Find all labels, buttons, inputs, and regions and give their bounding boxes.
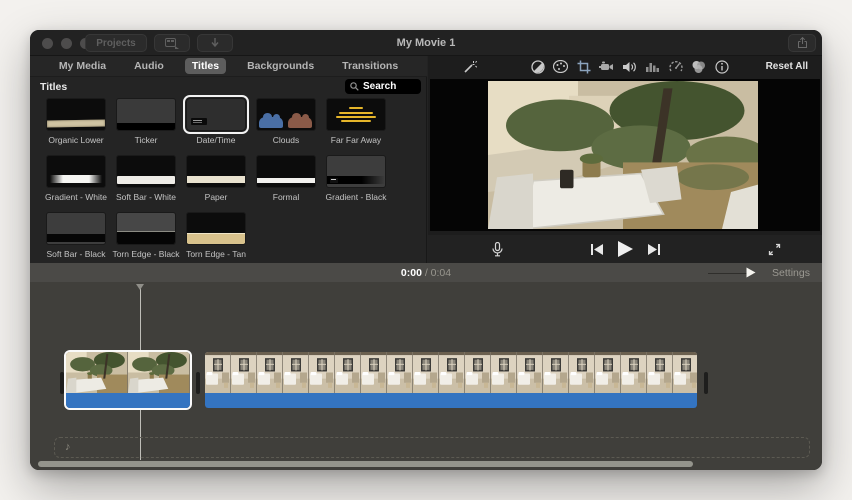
clip-filter-icon[interactable] <box>691 59 706 74</box>
title-item-clouds[interactable]: Clouds <box>251 98 321 145</box>
title-item-gradient-white[interactable]: Gradient - White <box>41 155 111 202</box>
viewer-pane: Reset All <box>428 56 822 263</box>
search-icon <box>350 82 359 91</box>
tab-backgrounds[interactable]: Backgrounds <box>240 58 321 74</box>
zoom-slider-thumb[interactable] <box>746 267 756 277</box>
title-item-far-far-away[interactable]: Far Far Away <box>321 98 391 145</box>
crop-icon[interactable] <box>576 59 591 74</box>
info-icon[interactable] <box>714 59 729 74</box>
audio-waveform-bar <box>205 393 697 408</box>
search-input[interactable]: Search <box>345 79 421 94</box>
horizontal-scrollbar[interactable] <box>38 461 693 467</box>
video-viewer <box>430 79 820 231</box>
traffic-lights <box>42 38 91 49</box>
tab-titles[interactable]: Titles <box>184 58 227 74</box>
tab-my-media[interactable]: My Media <box>52 58 113 74</box>
title-item-torn-edge-black[interactable]: Torn Edge - Black <box>111 212 181 259</box>
browser-header-title: Titles <box>40 81 68 93</box>
title-item-ticker[interactable]: Ticker <box>111 98 181 145</box>
timeline-toolbar: 0:00 / 0:04 Settings <box>30 263 822 282</box>
minimize-button[interactable] <box>61 38 72 49</box>
settings-button[interactable]: Settings <box>772 267 810 279</box>
title-item-gradient-black[interactable]: Gradient - Black <box>321 155 391 202</box>
timecode: 0:00 / 0:04 <box>400 266 452 279</box>
browser-header: Titles Search <box>30 77 427 97</box>
title-bar: Projects My Movie 1 <box>30 30 822 56</box>
browser-tab-bar: My Media Audio Titles Backgrounds Transi… <box>30 56 427 77</box>
import-media-button[interactable] <box>154 34 190 52</box>
color-balance-icon[interactable] <box>530 59 545 74</box>
import-button[interactable] <box>197 34 233 52</box>
media-icon <box>165 36 179 51</box>
tab-audio[interactable]: Audio <box>127 58 171 74</box>
title-item-organic-lower[interactable]: Organic Lower <box>41 98 111 145</box>
stabilization-icon[interactable] <box>599 59 614 74</box>
adjust-toolbar: Reset All <box>428 56 822 77</box>
share-button[interactable] <box>788 34 816 52</box>
title-item-date-time[interactable]: Date/Time <box>181 95 251 145</box>
record-voiceover-mic-icon[interactable] <box>490 241 505 257</box>
title-item-soft-bar-white[interactable]: Soft Bar - White <box>111 155 181 202</box>
share-icon <box>797 36 808 51</box>
speed-icon[interactable] <box>668 59 683 74</box>
noise-reduction-icon[interactable] <box>645 59 660 74</box>
imovie-window: Projects My Movie 1 My Media Audio Title… <box>30 30 822 470</box>
enhance-wand-icon[interactable] <box>462 59 477 74</box>
title-item-formal[interactable]: Formal <box>251 155 321 202</box>
playback-controls <box>428 235 822 263</box>
duration: 0:04 <box>430 266 452 279</box>
background-music-track[interactable]: ♪ <box>54 437 810 458</box>
next-icon[interactable] <box>646 242 661 257</box>
reset-all-button[interactable]: Reset All <box>766 61 808 72</box>
content-browser: My Media Audio Titles Backgrounds Transi… <box>30 56 427 263</box>
color-correction-icon[interactable] <box>553 59 568 74</box>
music-note-icon: ♪ <box>65 441 71 453</box>
clip-edge-handle[interactable] <box>196 372 200 394</box>
projects-label: Projects <box>96 37 136 49</box>
timeline[interactable]: ♪ <box>30 282 822 470</box>
download-arrow-icon <box>208 36 222 51</box>
clip-edge-handle[interactable] <box>60 372 64 394</box>
timeline-zoom-slider[interactable] <box>708 267 756 279</box>
title-item-paper[interactable]: Paper <box>181 155 251 202</box>
title-item-torn-edge-tan[interactable]: Torn Edge - Tan <box>181 212 251 259</box>
fullscreen-icon[interactable] <box>767 242 782 257</box>
timeline-clip-interior[interactable] <box>205 352 697 408</box>
projects-button[interactable]: Projects <box>85 34 147 52</box>
timeline-clip-garden[interactable] <box>64 350 192 410</box>
audio-waveform-bar <box>66 393 190 408</box>
current-time: 0:00 <box>400 266 422 279</box>
play-icon[interactable] <box>616 240 634 258</box>
tab-transitions[interactable]: Transitions <box>335 58 405 74</box>
volume-icon[interactable] <box>622 59 637 74</box>
search-label: Search <box>363 81 397 92</box>
previous-icon[interactable] <box>589 242 604 257</box>
title-item-soft-bar-black[interactable]: Soft Bar - Black <box>41 212 111 259</box>
garden-scene-image <box>488 81 758 229</box>
close-button[interactable] <box>42 38 53 49</box>
video-frame <box>488 81 758 229</box>
window-title: My Movie 1 <box>396 37 456 49</box>
clip-edge-handle[interactable] <box>704 372 708 394</box>
